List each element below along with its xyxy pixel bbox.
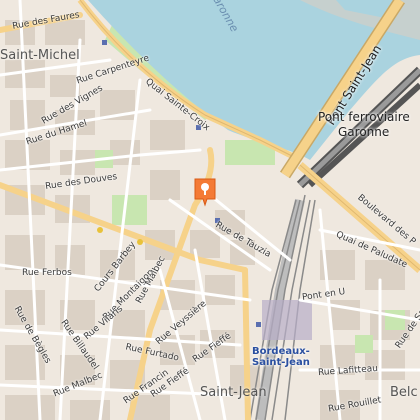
label-rue-ferbos: Rue Ferbos <box>22 268 72 278</box>
station-building <box>262 300 312 340</box>
label-saint-michel: Saint-Michel <box>0 48 80 63</box>
label-bordeaux-saint-jean: Bordeaux- Saint-Jean <box>252 346 310 368</box>
location-marker[interactable] <box>193 177 217 207</box>
map-pin-icon <box>194 178 216 207</box>
label-saint-jean: Saint-Jean <box>200 385 267 400</box>
label-pont-ferroviaire: Pont ferroviaire <box>318 110 410 124</box>
map-canvas <box>0 0 420 420</box>
label-belcier: Belc <box>390 385 418 400</box>
map-view[interactable]: Garonne Saint-Michel Rue des Faures Rue … <box>0 0 420 420</box>
label-garonne: Garonne <box>338 125 390 139</box>
